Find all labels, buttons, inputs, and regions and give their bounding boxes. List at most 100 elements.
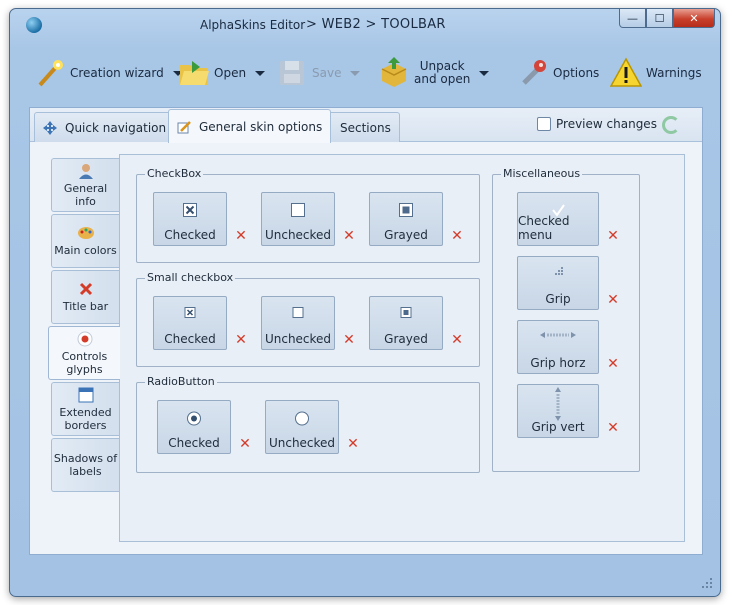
tab-strip: Quick navigation General skin options Se… [30, 108, 702, 143]
sidebar-item-label: General info [63, 181, 108, 208]
grip-vert-button[interactable]: Grip vert [517, 384, 599, 438]
package-icon [378, 57, 410, 89]
magic-wand-icon [34, 57, 66, 89]
sidebar-item-title-bar[interactable]: Title bar [51, 270, 119, 324]
unpack-label: Unpack and open [414, 60, 470, 86]
radio-glyph-icon [77, 331, 93, 347]
radio-unchecked-button[interactable]: Unchecked [265, 400, 339, 454]
remove-icon[interactable]: ✕ [607, 293, 619, 307]
remove-icon[interactable]: ✕ [235, 333, 247, 347]
grip-label: Grip [545, 292, 571, 306]
remove-icon[interactable]: ✕ [347, 437, 359, 451]
creation-wizard-label: Creation wizard [70, 66, 164, 80]
sidebar-item-shadows-of-labels[interactable]: Shadows of labels [51, 438, 119, 492]
sidebar-item-general-info[interactable]: General info [51, 158, 119, 212]
creation-wizard-button[interactable]: Creation wizard [34, 43, 183, 103]
sidebar-item-label: labels [69, 465, 102, 478]
small-checkbox-unchecked-label: Unchecked [264, 332, 332, 346]
sidebar-item-label: Shadows of [53, 452, 118, 465]
user-info-icon [78, 163, 94, 179]
radio-checked-icon [187, 411, 201, 426]
maximize-button[interactable]: ☐ [646, 9, 673, 28]
checkbox-unchecked-icon [291, 203, 305, 217]
open-label: Open [214, 66, 247, 80]
radio-unchecked-icon [295, 411, 309, 426]
checkbox-checked-icon [183, 203, 197, 217]
resize-grip-icon[interactable] [702, 578, 712, 588]
close-button[interactable]: ✕ [673, 9, 715, 28]
checkbox-grayed-icon [399, 203, 413, 217]
checked-menu-button[interactable]: Checked menu [517, 192, 599, 246]
checkmark-icon [552, 204, 565, 217]
small-checkbox-group-title: Small checkbox [145, 271, 236, 284]
unpack-line2: and open [414, 72, 471, 86]
radio-checked-button[interactable]: Checked [157, 400, 231, 454]
open-button[interactable]: Open [178, 43, 266, 103]
small-checkbox-checked-button[interactable]: Checked [153, 296, 227, 350]
chevron-down-icon[interactable] [255, 70, 266, 76]
small-checkbox-unchecked-button[interactable]: Unchecked [261, 296, 335, 350]
radio-checked-label: Checked [168, 436, 220, 450]
unpack-and-open-button[interactable]: Unpack and open [378, 43, 490, 103]
small-checkbox-grayed-button[interactable]: Grayed [369, 296, 443, 350]
small-checkbox-unchecked-icon [292, 307, 304, 318]
window-border-icon [78, 387, 94, 403]
small-checkbox-grayed-icon [400, 307, 412, 318]
remove-icon[interactable]: ✕ [451, 229, 463, 243]
miscellaneous-group-title: Miscellaneous [501, 167, 583, 180]
small-checkbox-checked-label: Checked [164, 332, 216, 346]
sidebar-item-label: Title bar [62, 300, 109, 313]
sidebar-item-extended-borders[interactable]: Extended borders [51, 382, 119, 436]
wrench-icon [517, 57, 549, 89]
remove-icon[interactable]: ✕ [451, 333, 463, 347]
sidebar-item-label: Extended [59, 405, 112, 419]
preview-changes-checkbox[interactable] [537, 117, 551, 131]
radiobutton-group-title: RadioButton [145, 375, 217, 388]
grip-vert-label: Grip vert [531, 420, 585, 434]
remove-icon[interactable]: ✕ [343, 229, 355, 243]
sidebar-item-label: Controls [61, 349, 108, 363]
checkbox-unchecked-label: Unchecked [264, 228, 332, 242]
checkbox-grayed-label: Grayed [384, 228, 428, 242]
remove-icon[interactable]: ✕ [607, 357, 619, 371]
preview-changes-label: Preview changes [556, 117, 657, 131]
checkbox-group: CheckBox Checked ✕ Unchecked ✕ Grayed ✕ [136, 167, 480, 263]
editor-panel: Quick navigation General skin options Se… [29, 107, 703, 555]
close-x-icon [78, 281, 94, 297]
chevron-down-icon[interactable] [350, 70, 361, 76]
checkbox-grayed-button[interactable]: Grayed [369, 192, 443, 246]
checkbox-checked-button[interactable]: Checked [153, 192, 227, 246]
remove-icon[interactable]: ✕ [343, 333, 355, 347]
options-button[interactable]: Options [517, 43, 599, 103]
grip-dots-icon [555, 267, 563, 275]
checkbox-unchecked-button[interactable]: Unchecked [261, 192, 335, 246]
tab-quick-navigation-label: Quick navigation [65, 120, 167, 135]
small-checkbox-checked-icon [184, 307, 196, 318]
grip-button[interactable]: Grip [517, 256, 599, 310]
sidebar-item-controls-glyphs[interactable]: Controls glyphs [48, 326, 120, 380]
grip-horz-button[interactable]: Grip horz [517, 320, 599, 374]
tab-general-skin-options[interactable]: General skin options [168, 109, 332, 143]
warnings-label: Warnings [646, 66, 702, 80]
warnings-button[interactable]: Warnings [609, 43, 702, 103]
grip-horz-label: Grip horz [530, 356, 586, 370]
radio-unchecked-label: Unchecked [268, 436, 336, 450]
remove-icon[interactable]: ✕ [239, 437, 251, 451]
checked-menu-label: Checked menu [518, 214, 570, 242]
save-label: Save [312, 66, 342, 80]
small-checkbox-grayed-label: Grayed [384, 332, 428, 346]
edit-pencil-icon [177, 120, 191, 134]
save-button[interactable]: Save [276, 43, 361, 103]
preview-changes-toggle[interactable]: Preview changes [537, 117, 657, 131]
main-window: AlphaSkins Editor > WEB2 > TOOLBAR — ☐ ✕… [9, 8, 721, 597]
refresh-icon[interactable] [662, 116, 680, 134]
sidebar-item-main-colors[interactable]: Main colors [51, 214, 119, 268]
remove-icon[interactable]: ✕ [235, 229, 247, 243]
remove-icon[interactable]: ✕ [607, 421, 619, 435]
sidebar-item-label: Main colors [54, 244, 117, 257]
remove-icon[interactable]: ✕ [607, 229, 619, 243]
chevron-down-icon[interactable] [479, 70, 490, 76]
app-icon[interactable] [26, 17, 42, 33]
minimize-button[interactable]: — [619, 9, 646, 28]
sidebar-item-label: glyphs [66, 362, 103, 376]
